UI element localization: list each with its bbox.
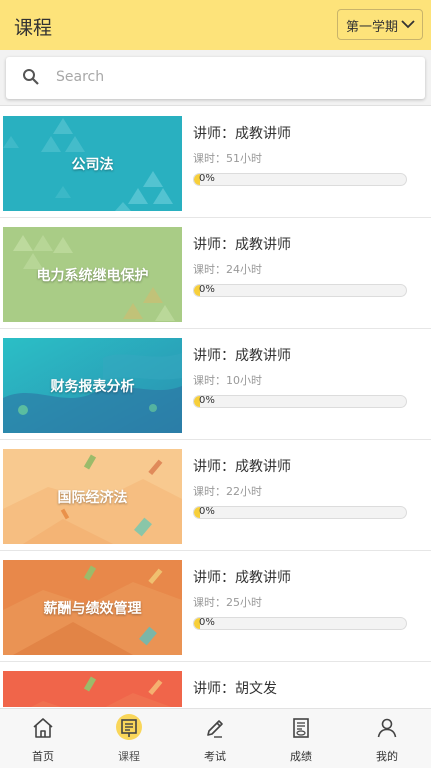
course-item[interactable]: 电力系统继电保护 讲师：成教讲师 课时：24小时 0% — [0, 218, 431, 329]
tab-home[interactable]: 首页 — [0, 709, 86, 768]
course-progress-bar: 0% — [193, 173, 407, 186]
course-info: 讲师：成教讲师 课时：10小时 — [193, 345, 291, 388]
course-progress-bar: 0% — [193, 617, 407, 630]
course-item[interactable]: 国际经济法 讲师：成教讲师 课时：22小时 0% — [0, 440, 431, 551]
search-bar: Search — [0, 50, 431, 106]
course-name: 公司法 — [71, 156, 114, 173]
course-item[interactable]: 财务报表分析 讲师：成教讲师 课时：10小时 0% — [0, 329, 431, 440]
course-name: 电力系统继电保护 — [36, 267, 149, 284]
course-item[interactable]: 公司法 讲师：成教讲师 课时：51小时 0% — [0, 107, 431, 218]
course-thumbnail[interactable]: 国际经济法 — [3, 449, 182, 544]
term-select-label: 第一学期 — [346, 20, 399, 35]
app: 课程 第一学期 Search 公司法 讲师：成教讲师 课时：51小时 0% 电力… — [0, 0, 431, 768]
course-teacher: 讲师：成教讲师 — [193, 459, 291, 475]
course-hours: 课时：24小时 — [193, 263, 262, 276]
progress-percent: 0% — [199, 395, 215, 406]
chevron-down-icon — [401, 20, 415, 29]
tab-label: 首页 — [32, 750, 54, 763]
course-teacher: 讲师：成教讲师 — [193, 570, 291, 586]
course-hours: 课时：22小时 — [193, 485, 262, 498]
tab-profile[interactable]: 我的 — [344, 709, 430, 768]
course-icon — [121, 719, 137, 737]
page-title: 课程 — [14, 17, 53, 39]
course-progress-bar: 0% — [193, 284, 407, 297]
course-info: 讲师：成教讲师 课时：25小时 — [193, 567, 291, 610]
course-item[interactable]: 薪酬与绩效管理 讲师：成教讲师 课时：25小时 0% — [0, 551, 431, 662]
course-name: 财务报表分析 — [50, 378, 135, 395]
progress-percent: 0% — [199, 506, 215, 517]
tab-score[interactable]: 成绩 — [258, 709, 344, 768]
course-name — [3, 671, 182, 707]
tab-exam[interactable]: 考试 — [172, 709, 258, 768]
course-thumbnail[interactable] — [3, 671, 182, 707]
course-hours: 课时：10小时 — [193, 374, 262, 387]
score-icon — [293, 718, 309, 738]
course-thumbnail[interactable]: 公司法 — [3, 116, 182, 211]
tab-label: 我的 — [376, 750, 398, 763]
course-thumbnail[interactable]: 电力系统继电保护 — [3, 227, 182, 322]
course-teacher: 讲师：胡文发 — [193, 681, 277, 697]
course-info: 讲师：成教讲师 课时：22小时 — [193, 456, 291, 499]
header: 课程 第一学期 — [0, 0, 431, 50]
search-icon — [23, 69, 39, 85]
course-name: 国际经济法 — [57, 489, 128, 506]
course-teacher: 讲师：成教讲师 — [193, 348, 291, 364]
course-teacher: 讲师：成教讲师 — [193, 126, 291, 142]
progress-percent: 0% — [199, 284, 215, 295]
home-icon — [33, 718, 53, 738]
progress-percent: 0% — [199, 173, 215, 184]
search-input[interactable]: Search — [6, 57, 425, 99]
course-item[interactable]: 讲师：胡文发 — [0, 662, 431, 707]
course-thumbnail[interactable]: 财务报表分析 — [3, 338, 182, 433]
tab-label: 考试 — [204, 750, 226, 763]
user-icon — [377, 718, 397, 738]
course-thumbnail[interactable]: 薪酬与绩效管理 — [3, 560, 182, 655]
tab-label: 课程 — [118, 750, 140, 763]
course-name: 薪酬与绩效管理 — [43, 600, 142, 617]
course-hours: 课时：51小时 — [193, 152, 262, 165]
course-info: 讲师：胡文发 — [193, 678, 277, 705]
course-info: 讲师：成教讲师 课时：51小时 — [193, 123, 291, 166]
course-info: 讲师：成教讲师 课时：24小时 — [193, 234, 291, 277]
pencil-icon — [207, 720, 223, 738]
course-progress-bar: 0% — [193, 506, 407, 519]
course-progress-bar: 0% — [193, 395, 407, 408]
progress-percent: 0% — [199, 617, 215, 628]
course-list[interactable]: 公司法 讲师：成教讲师 课时：51小时 0% 电力系统继电保护 讲师：成教讲师 … — [0, 107, 431, 707]
course-teacher: 讲师：成教讲师 — [193, 237, 291, 253]
tab-course[interactable]: 课程 — [86, 709, 172, 768]
tab-label: 成绩 — [290, 750, 312, 763]
course-hours: 课时：25小时 — [193, 596, 262, 609]
bottom-tab-bar: 首页 课程 考试 成绩 我的 — [0, 708, 431, 768]
search-placeholder: Search — [56, 69, 105, 85]
term-select[interactable]: 第一学期 — [337, 9, 423, 40]
